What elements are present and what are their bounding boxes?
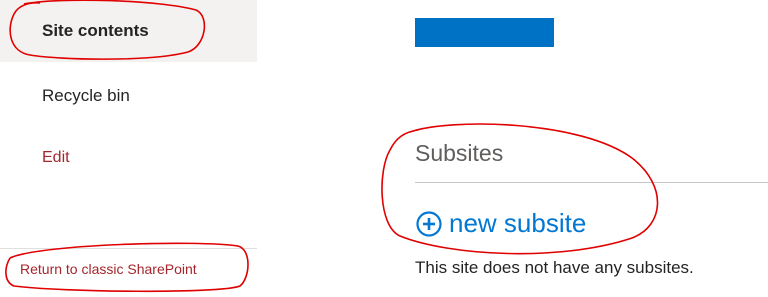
left-navigation: Site contents Recycle bin Edit Return to… (0, 0, 257, 297)
nav-edit-link[interactable]: Edit (0, 127, 257, 189)
add-circle-icon (416, 210, 442, 237)
new-subsite-button[interactable]: new subsite (415, 208, 586, 239)
subsites-heading: Subsites (415, 140, 504, 166)
return-to-classic-link[interactable]: Return to classic SharePoint (20, 261, 197, 277)
section-divider (415, 182, 768, 183)
nav-item-label: Recycle bin (42, 86, 130, 105)
nav-item-label: Edit (42, 149, 70, 166)
nav-divider (0, 248, 257, 249)
nav-item-site-contents[interactable]: Site contents (0, 0, 257, 62)
empty-subsites-message: This site does not have any subsites. (415, 258, 694, 277)
new-subsite-label: new subsite (449, 208, 587, 238)
nav-item-recycle-bin[interactable]: Recycle bin (0, 65, 257, 127)
nav-item-label: Site contents (42, 21, 149, 40)
header-color-bar (415, 18, 554, 47)
